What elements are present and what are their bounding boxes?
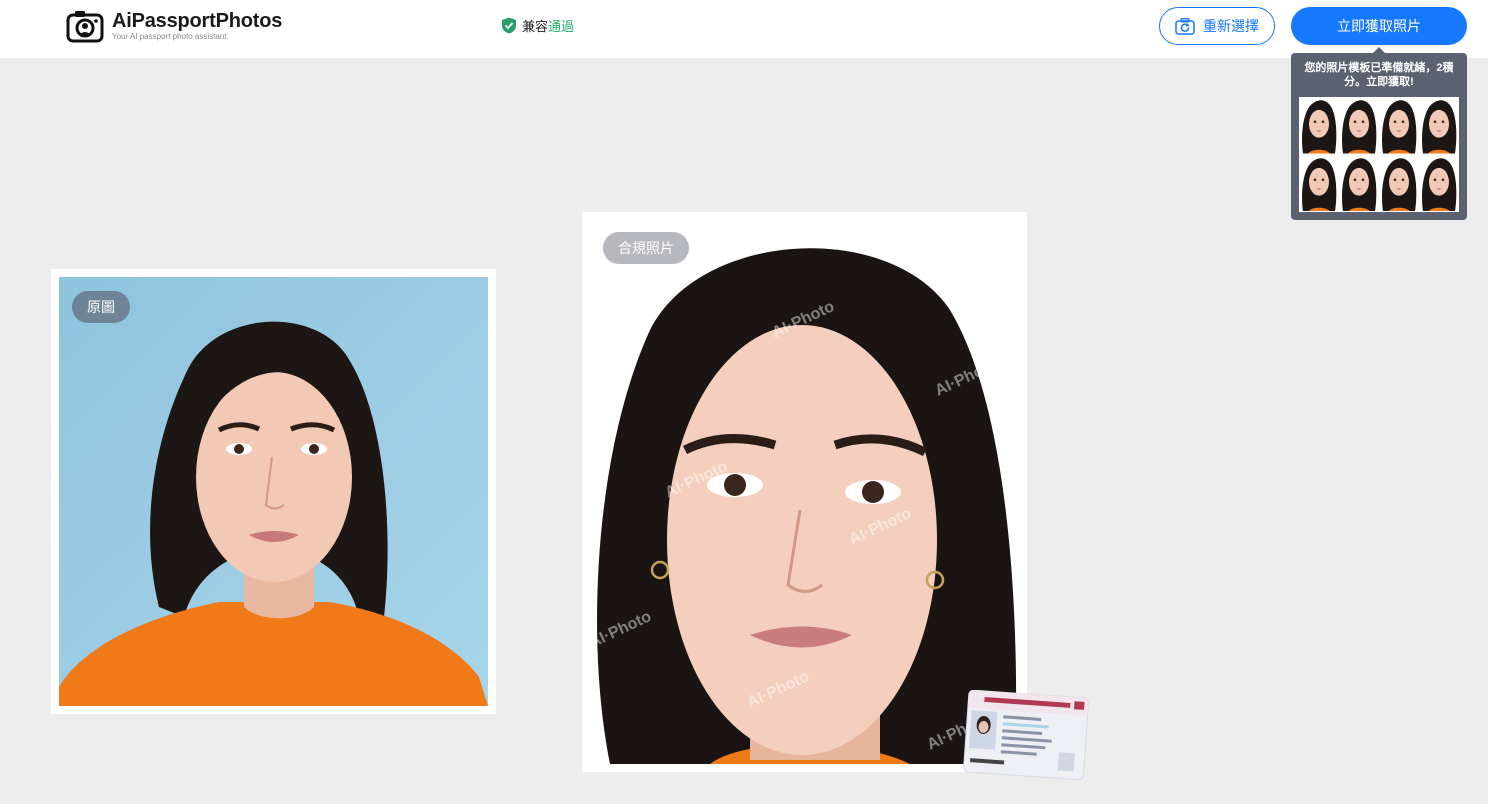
original-photo-card: 原圖 (51, 269, 496, 714)
photo-template-sheet (1299, 97, 1459, 212)
template-thumbnail (1340, 98, 1378, 154)
shield-check-icon (502, 17, 516, 33)
template-thumbnail (1300, 98, 1338, 154)
original-photo (59, 277, 488, 706)
compliant-badge: 合規照片 (603, 232, 689, 264)
get-photo-label: 立即獲取照片 (1337, 18, 1421, 34)
compat-status: 通過 (548, 18, 575, 34)
camera-refresh-icon (1175, 17, 1195, 35)
logo-name: AiPassportPhotos (112, 10, 283, 32)
id-card-preview (963, 690, 1089, 781)
camera-logo-icon (66, 11, 104, 43)
compat-label: 兼容 (522, 18, 549, 34)
compliant-photo: AI·Photo AI·Photo AI·Photo AI·Photo AI·P… (590, 220, 1019, 764)
template-thumbnail (1380, 98, 1418, 154)
compatibility-status: 兼容 通過 (501, 16, 574, 34)
reselect-button[interactable]: 重新選擇 (1159, 7, 1275, 45)
template-thumbnail (1380, 155, 1418, 211)
logo[interactable]: AiPassportPhotos Your AI passport photo … (66, 9, 282, 43)
reselect-label: 重新選擇 (1203, 18, 1259, 34)
template-thumbnail (1300, 155, 1338, 211)
template-thumbnail (1420, 98, 1458, 154)
original-badge: 原圖 (72, 291, 130, 323)
get-photo-button[interactable]: 立即獲取照片 (1291, 7, 1467, 45)
template-ready-message: 您的照片模板已準備就緒，2積分。立即獲取! (1304, 62, 1454, 88)
template-ready-tooltip: 您的照片模板已準備就緒，2積分。立即獲取! (1291, 47, 1467, 220)
template-thumbnail (1420, 155, 1458, 211)
template-thumbnail (1340, 155, 1378, 211)
compliant-photo-card: AI·Photo AI·Photo AI·Photo AI·Photo AI·P… (582, 212, 1027, 772)
logo-tagline: Your AI passport photo assistant. (112, 32, 229, 41)
top-bar: AiPassportPhotos Your AI passport photo … (0, 0, 1488, 58)
